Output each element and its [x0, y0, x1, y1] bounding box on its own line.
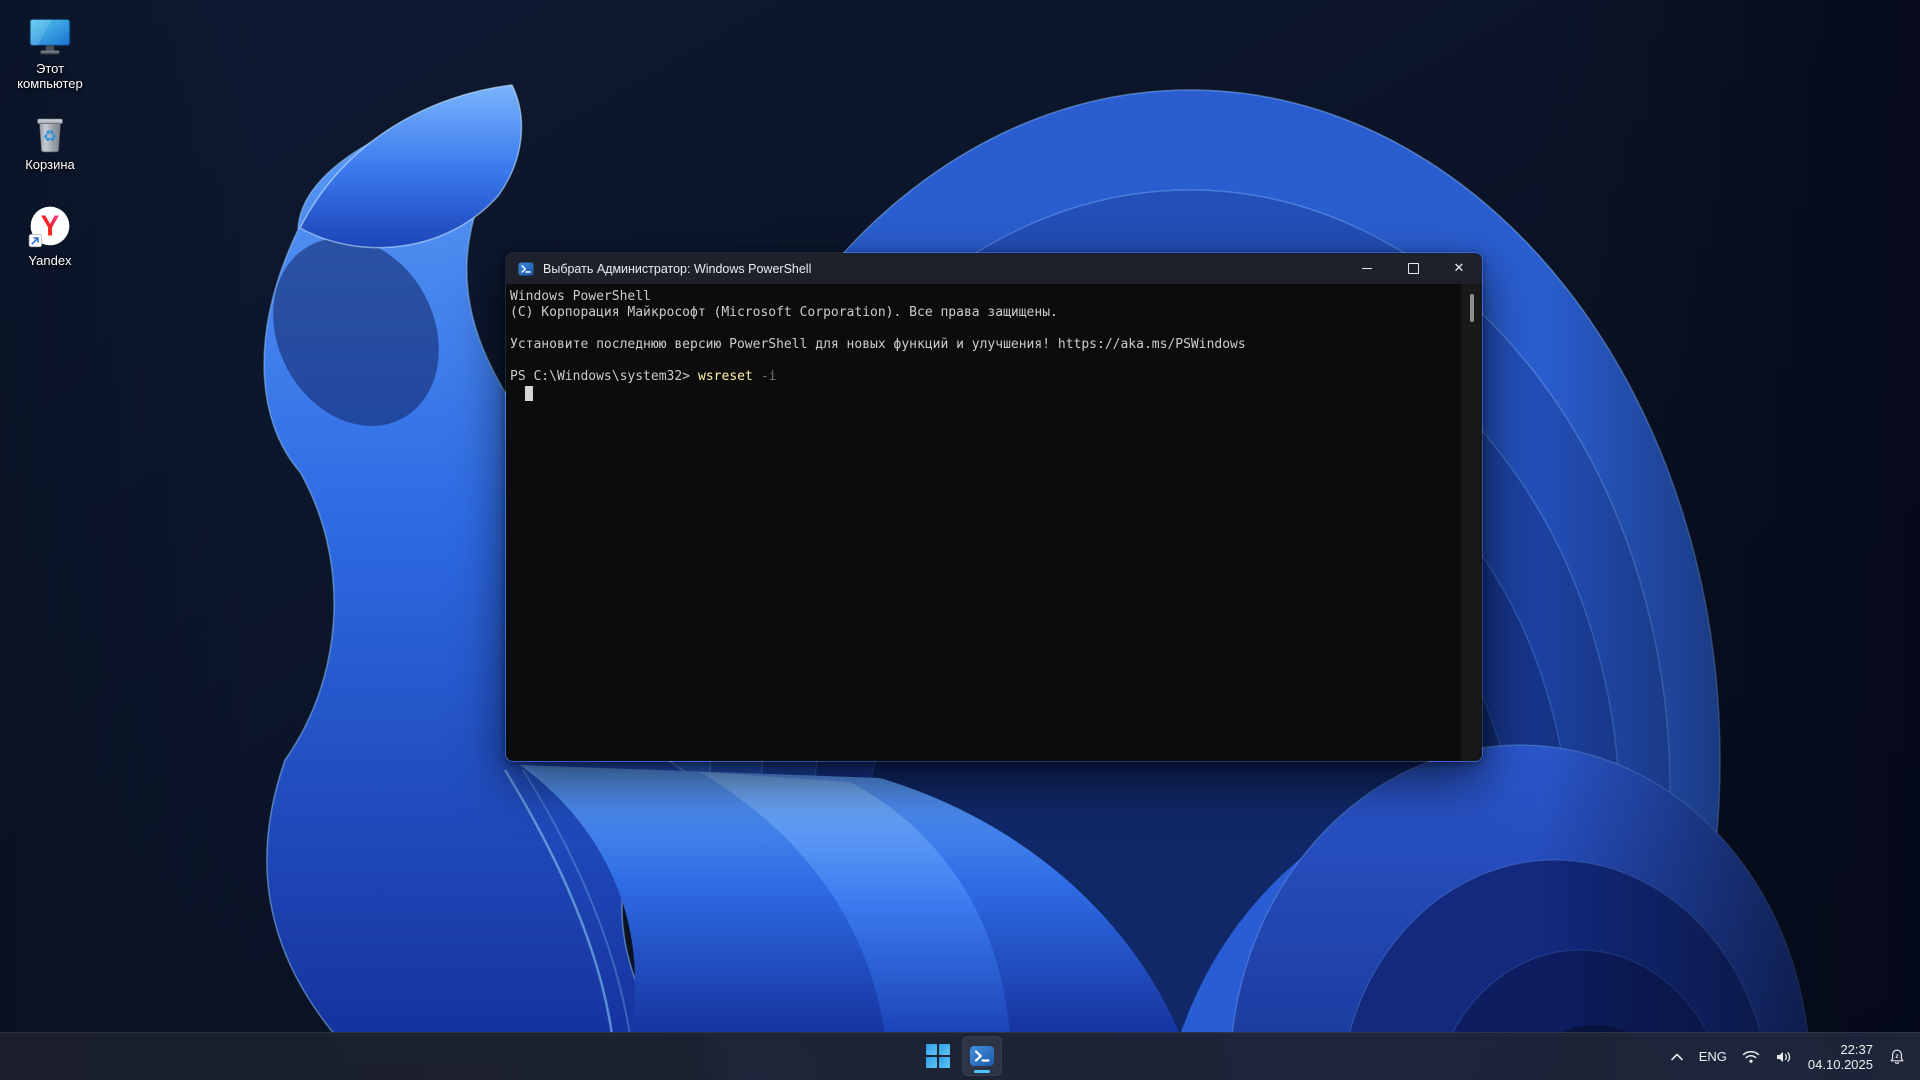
- bell-do-not-disturb-icon: z: [1890, 1049, 1904, 1064]
- svg-text:Y: Y: [41, 209, 60, 241]
- chevron-up-icon: [1670, 1053, 1683, 1060]
- desktop-icon-this-pc[interactable]: Этот компьютер: [4, 12, 96, 91]
- close-button[interactable]: ✕: [1436, 253, 1482, 284]
- terminal-scrollbar[interactable]: [1461, 284, 1482, 761]
- tray-time: 22:37: [1840, 1041, 1873, 1057]
- terminal-argument: -i: [760, 369, 777, 384]
- terminal-command: wsreset: [698, 369, 753, 384]
- powershell-taskbar-icon: [970, 1046, 994, 1066]
- yandex-browser-icon: Y: [28, 206, 70, 248]
- volume-button[interactable]: [1775, 1050, 1793, 1064]
- wifi-icon: [1742, 1050, 1760, 1063]
- desktop: Этот компьютер ♻ Корзина Y Yandex Выбрат…: [0, 0, 1920, 1080]
- terminal-output[interactable]: Windows PowerShell (C) Корпорация Майкро…: [506, 284, 1482, 761]
- clock[interactable]: 22:37 04.10.2025: [1808, 1042, 1873, 1072]
- window-title: Выбрать Администратор: Windows PowerShel…: [543, 261, 812, 276]
- desktop-icon-recycle-bin[interactable]: ♻ Корзина: [4, 108, 96, 172]
- minimize-icon: [1362, 268, 1372, 269]
- desktop-icon-label: Корзина: [25, 157, 75, 172]
- terminal-prompt: PS C:\Windows\system32>: [510, 369, 691, 384]
- taskbar: ENG 22:37 04.10.2025 z: [0, 1032, 1920, 1080]
- this-pc-icon: [29, 18, 71, 55]
- tray-date: 04.10.2025: [1807, 1056, 1873, 1072]
- desktop-icon-yandex[interactable]: Y Yandex: [4, 204, 96, 268]
- running-app-indicator: [974, 1070, 990, 1073]
- close-icon: ✕: [1453, 261, 1465, 276]
- terminal-line: Установите последнюю версию PowerShell д…: [510, 337, 1246, 352]
- terminal-prompt-line: PS C:\Windows\system32> wsreset -i: [510, 369, 1456, 385]
- powershell-titlebar-icon: [518, 262, 534, 275]
- start-button[interactable]: [918, 1036, 958, 1076]
- terminal-line: Windows PowerShell: [510, 289, 651, 304]
- taskbar-app-powershell[interactable]: [962, 1036, 1002, 1076]
- desktop-icon-label: Yandex: [28, 253, 72, 268]
- tray-overflow-button[interactable]: [1670, 1052, 1684, 1062]
- maximize-button[interactable]: [1390, 253, 1436, 284]
- language-indicator[interactable]: ENG: [1699, 1049, 1727, 1064]
- powershell-window: Выбрать Администратор: Windows PowerShel…: [505, 252, 1483, 762]
- svg-text:♻: ♻: [43, 126, 57, 145]
- notification-center-button[interactable]: z: [1888, 1048, 1906, 1066]
- speaker-icon: [1776, 1051, 1791, 1062]
- scrollbar-thumb[interactable]: [1470, 294, 1474, 322]
- window-titlebar[interactable]: Выбрать Администратор: Windows PowerShel…: [506, 253, 1482, 284]
- svg-text:z: z: [1895, 1052, 1899, 1059]
- desktop-icon-label: Этот компьютер: [17, 61, 83, 91]
- terminal-line: (C) Корпорация Майкрософт (Microsoft Cor…: [510, 305, 1058, 320]
- minimize-button[interactable]: [1344, 253, 1390, 284]
- windows-start-icon: [926, 1044, 950, 1068]
- recycle-bin-icon: ♻: [37, 118, 63, 153]
- maximize-icon: [1407, 263, 1419, 274]
- network-button[interactable]: [1742, 1050, 1760, 1064]
- terminal-cursor: [525, 386, 533, 401]
- bloom-upper-fold: [298, 84, 523, 249]
- system-tray: ENG 22:37 04.10.2025 z: [1670, 1033, 1906, 1080]
